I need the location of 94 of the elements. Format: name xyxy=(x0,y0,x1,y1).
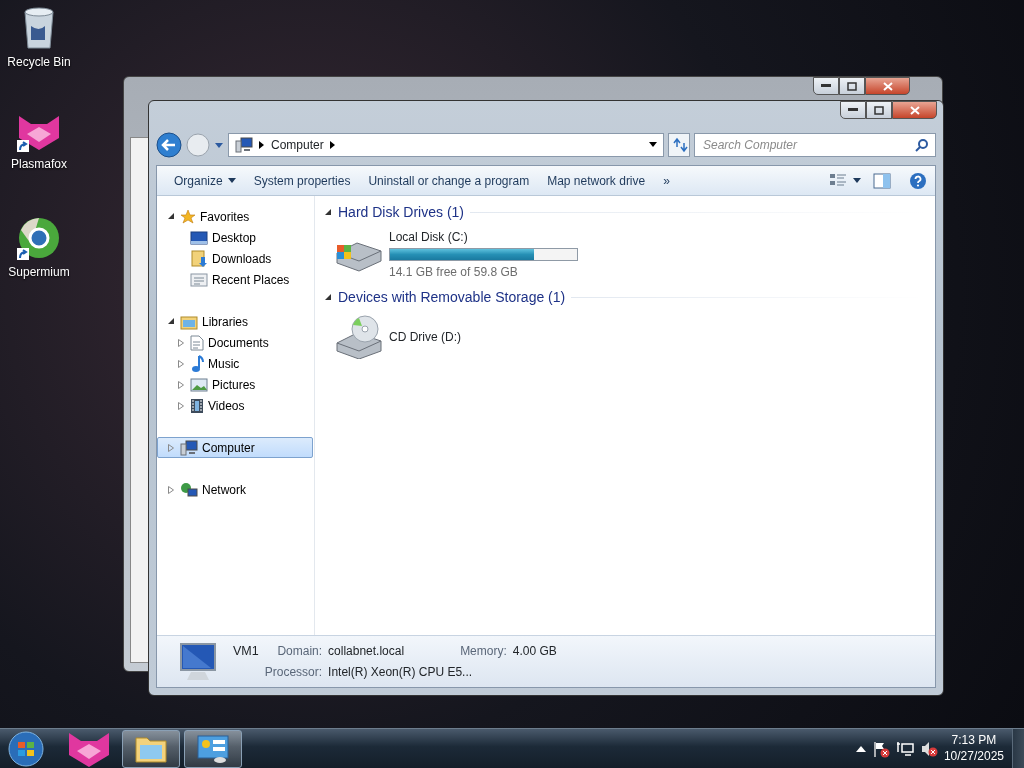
breadcrumb[interactable]: Computer xyxy=(271,136,324,154)
minimize-button[interactable] xyxy=(813,77,839,95)
nav-item[interactable]: Pictures xyxy=(157,374,313,395)
start-button[interactable] xyxy=(6,729,46,768)
collapsed-arrow-icon[interactable] xyxy=(178,359,184,368)
nav-item[interactable]: Downloads xyxy=(157,248,313,269)
browser-logo-icon xyxy=(17,216,61,260)
cd-drive-icon xyxy=(333,315,383,359)
expanded-arrow-icon[interactable] xyxy=(167,213,175,220)
control-panel-icon xyxy=(196,733,230,764)
music-note-icon xyxy=(190,354,204,373)
library-icon xyxy=(180,313,198,330)
chevron-icon[interactable] xyxy=(259,141,265,149)
network-icon xyxy=(180,481,198,498)
close-icon xyxy=(882,81,893,91)
document-icon xyxy=(190,334,204,351)
collapsed-arrow-icon[interactable] xyxy=(168,443,174,452)
nav-item[interactable]: Videos xyxy=(157,395,313,416)
window-list-icon xyxy=(190,271,208,288)
collapsed-arrow-icon[interactable] xyxy=(178,380,184,389)
toolbar-button[interactable]: Map network drive xyxy=(538,168,655,193)
star-icon xyxy=(180,208,196,225)
maximize-button[interactable] xyxy=(866,101,892,119)
nav-item[interactable]: Libraries xyxy=(157,311,313,332)
computer-icon xyxy=(180,439,198,456)
desktop-icon-label[interactable]: Supermium xyxy=(8,263,70,281)
nav-item[interactable]: Network xyxy=(157,479,313,500)
flag-error-icon[interactable] xyxy=(871,739,890,758)
shortcut-arrow-icon xyxy=(17,248,29,260)
toolbar-button[interactable]: Uninstall or change a program xyxy=(359,168,539,193)
close-button[interactable] xyxy=(892,101,937,119)
film-icon xyxy=(190,397,204,414)
group-header[interactable]: Hard Disk Drives (1) xyxy=(338,201,464,223)
desktop-icon xyxy=(190,229,208,246)
expanded-arrow-icon[interactable] xyxy=(167,318,175,325)
toolbar-button[interactable]: Organize xyxy=(165,168,245,193)
clock[interactable]: 7:13 PM 10/27/2025 xyxy=(943,732,1004,765)
dropdown-icon[interactable] xyxy=(649,142,657,148)
history-dropdown-icon[interactable] xyxy=(214,141,224,149)
maximize-button[interactable] xyxy=(839,77,865,95)
collapsed-arrow-icon[interactable] xyxy=(178,401,184,410)
search-icon xyxy=(915,138,929,152)
recycle-bin-icon xyxy=(21,6,57,50)
show-desktop-button[interactable] xyxy=(1012,728,1024,768)
drive-name[interactable]: CD Drive (D:) xyxy=(389,328,461,346)
collapsed-arrow-icon[interactable] xyxy=(168,485,174,494)
field-label: Memory: xyxy=(460,643,507,660)
collapsed-arrow-icon[interactable] xyxy=(178,338,184,347)
help-icon[interactable] xyxy=(909,171,927,190)
refresh-button[interactable] xyxy=(668,133,690,157)
minimize-icon xyxy=(848,108,858,112)
nav-item[interactable]: Documents xyxy=(157,332,313,353)
close-button[interactable] xyxy=(865,77,910,95)
field-label: Processor: xyxy=(264,663,323,681)
expanded-arrow-icon[interactable] xyxy=(325,293,332,301)
address-bar[interactable]: Computer xyxy=(228,133,664,157)
show-hidden-icons-icon[interactable] xyxy=(855,744,866,753)
drive-name[interactable]: Local Disk (C:) xyxy=(389,228,578,246)
group-header[interactable]: Devices with Removable Storage (1) xyxy=(338,286,566,308)
chevron-icon[interactable] xyxy=(329,141,336,149)
toolbar-button[interactable]: » xyxy=(654,168,679,193)
field-value: collabnet.local xyxy=(328,643,406,660)
search-box[interactable]: Search Computer xyxy=(694,133,936,157)
caret-icon[interactable] xyxy=(853,178,861,183)
nav-item[interactable]: Desktop xyxy=(157,227,313,248)
network-monitor-icon[interactable] xyxy=(895,739,914,758)
desktop-icon-label[interactable]: Recycle Bin xyxy=(7,53,71,71)
taskbar-button[interactable] xyxy=(122,729,180,768)
view-options-icon[interactable] xyxy=(829,172,847,189)
caret-icon xyxy=(227,178,236,183)
toolbar-button[interactable]: System properties xyxy=(244,168,360,193)
field-label: Domain: xyxy=(276,643,323,660)
expanded-arrow-icon[interactable] xyxy=(325,208,332,216)
free-space-text: 14.1 GB free of 59.8 GB xyxy=(389,264,519,281)
computer-name: VM1 xyxy=(233,643,259,660)
field-value: 4.00 GB xyxy=(512,643,557,660)
picture-icon xyxy=(190,377,208,392)
desktop-shortcut-icon[interactable] xyxy=(21,6,57,50)
minimize-icon xyxy=(821,84,831,88)
maximize-icon xyxy=(847,81,857,91)
computer-icon xyxy=(235,137,253,153)
minimize-button[interactable] xyxy=(840,101,866,119)
nav-item[interactable]: Music xyxy=(157,353,313,374)
nav-item[interactable]: Recent Places xyxy=(157,269,313,290)
taskbar-button[interactable] xyxy=(184,729,242,768)
desktop-icon-label[interactable]: Plasmafox xyxy=(11,155,67,173)
field-value: Intel(R) Xeon(R) CPU E5... xyxy=(328,663,474,681)
nav-item[interactable]: Favorites xyxy=(157,206,313,227)
maximize-icon xyxy=(874,105,884,115)
close-icon xyxy=(909,105,920,115)
shortcut-arrow-icon xyxy=(17,140,29,152)
back-button[interactable] xyxy=(156,132,182,158)
desktop-shortcut-icon[interactable] xyxy=(17,216,61,260)
nav-item[interactable]: Computer xyxy=(157,437,313,458)
